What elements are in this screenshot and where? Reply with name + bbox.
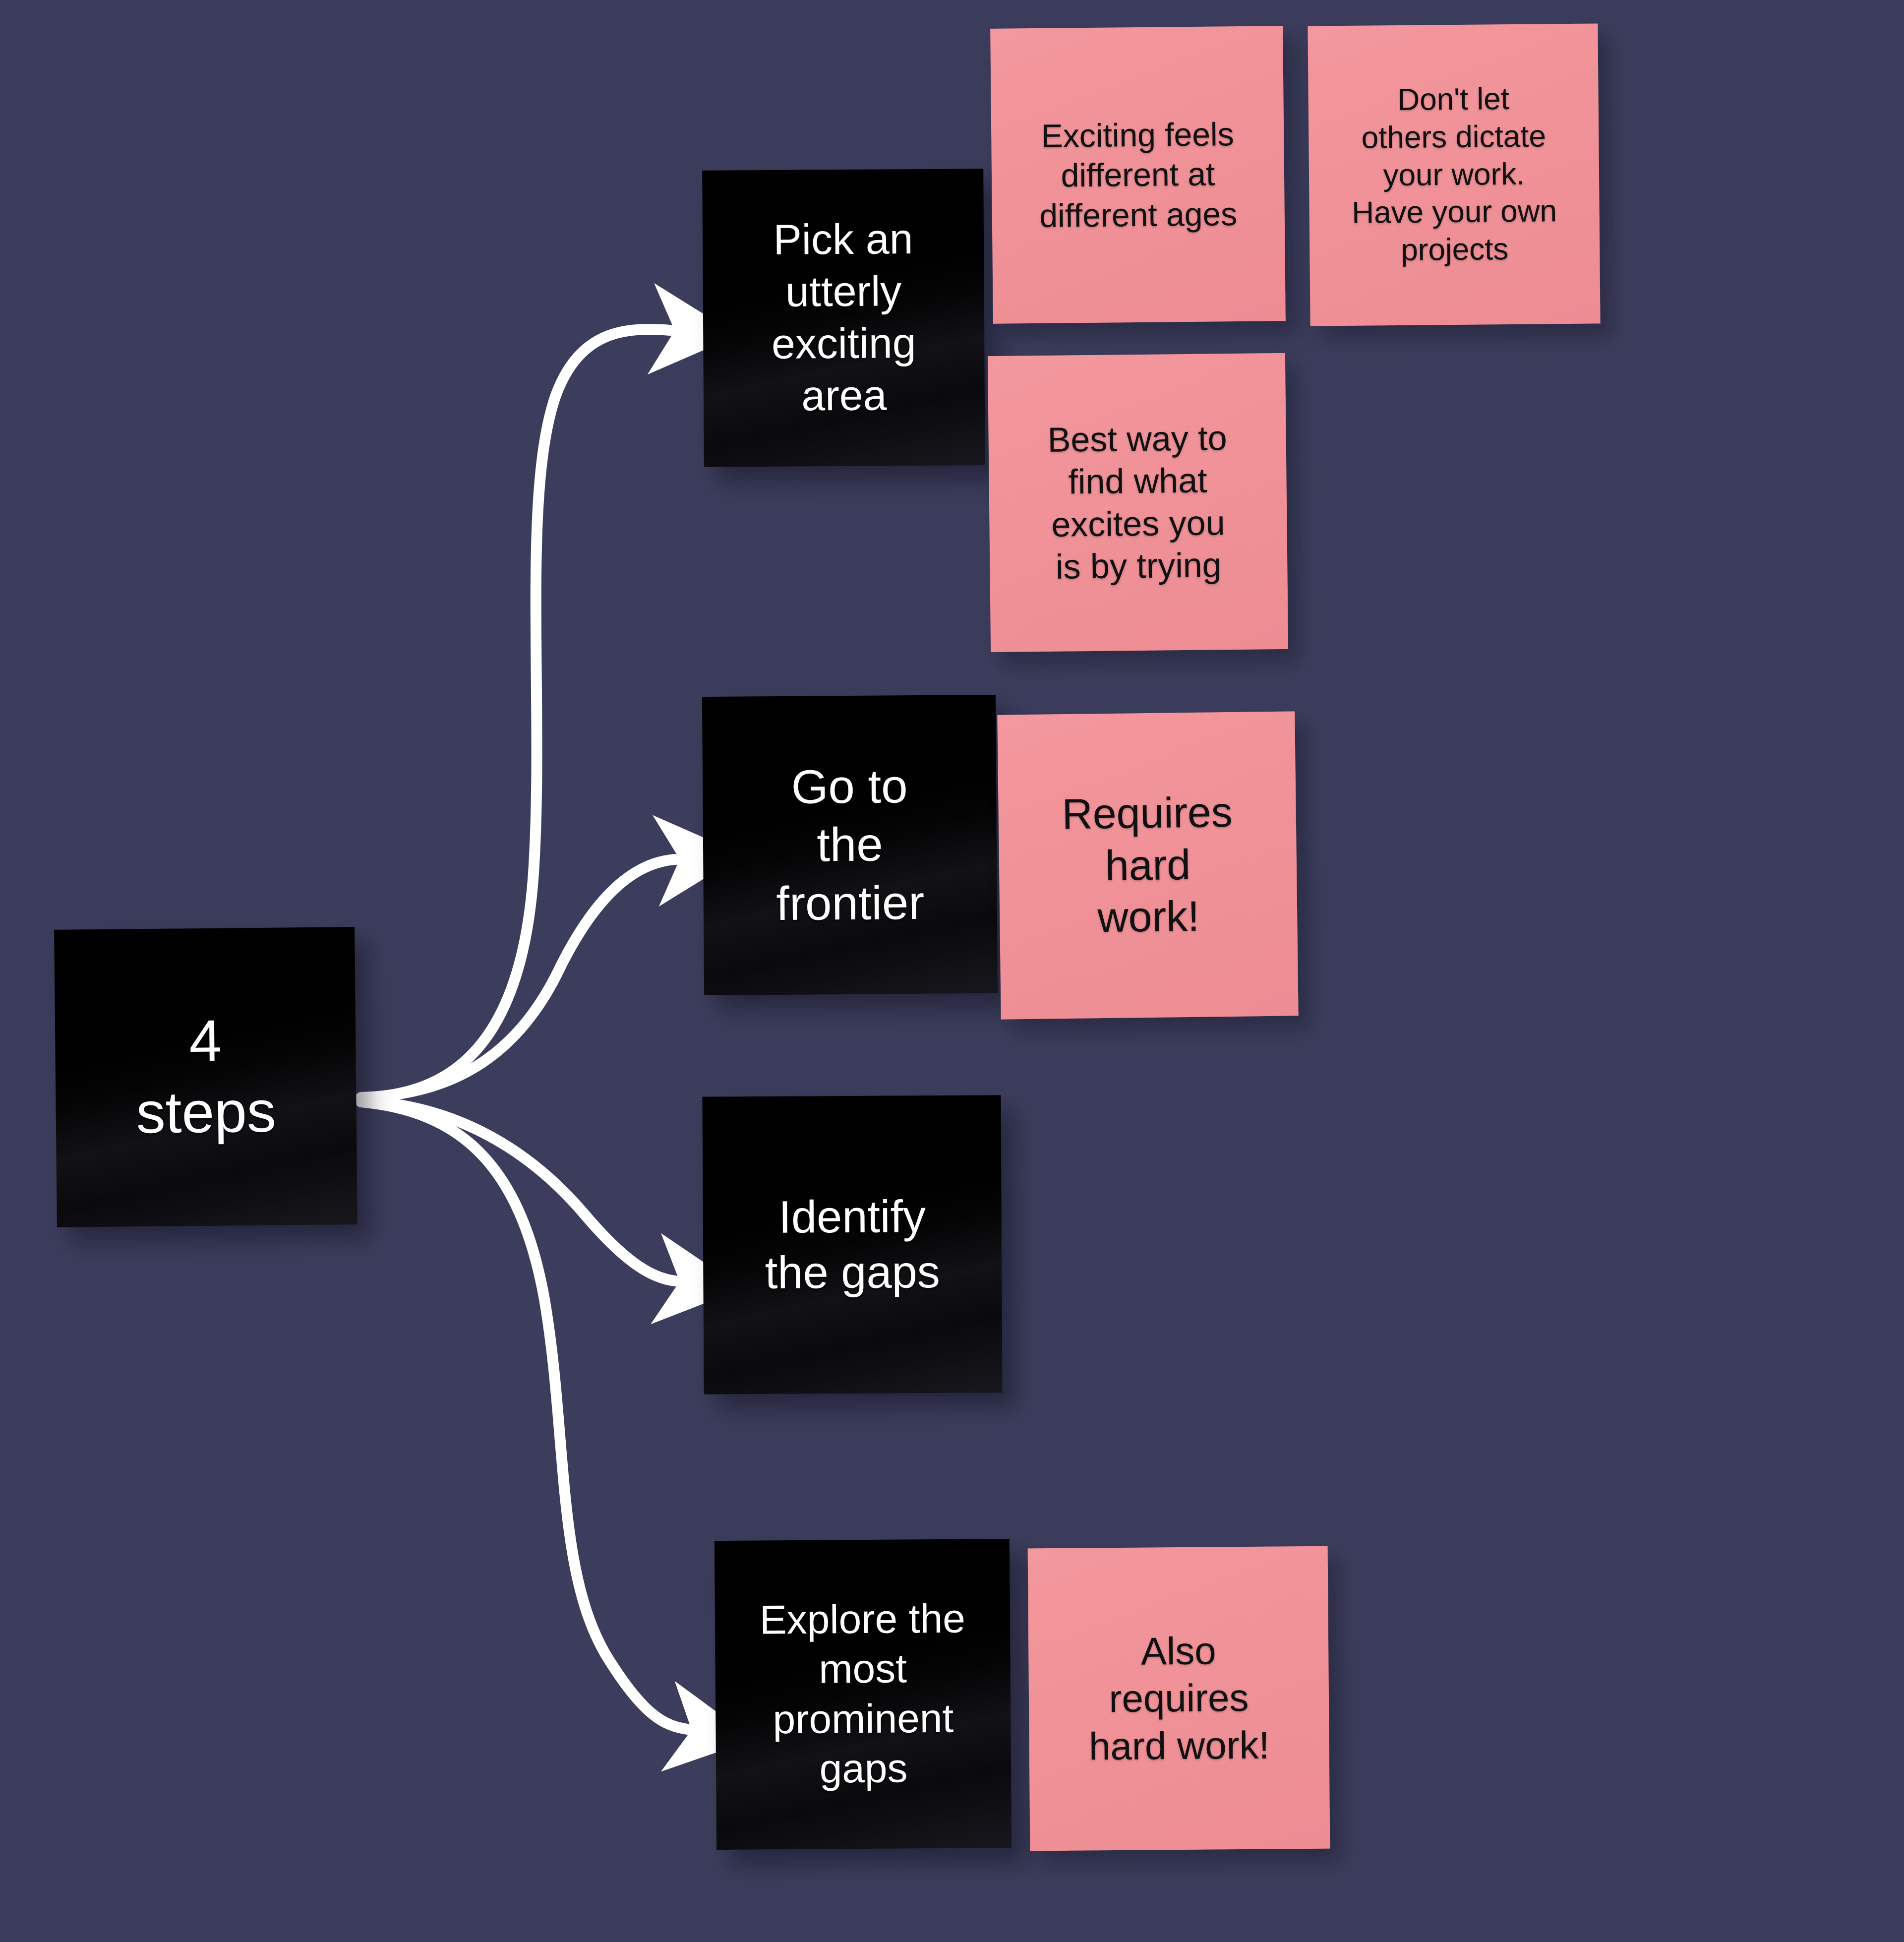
sticky-note-dont-let-others-dictate-your-work[interactable]: Don't let others dictate your work. Have… — [1308, 23, 1601, 326]
step-card-pick-an-utterly-exciting-area[interactable]: Pick an utterly exciting area — [702, 169, 985, 467]
root-card-4-steps[interactable]: 4 steps — [54, 927, 357, 1227]
root-card-label: 4 steps — [136, 1008, 277, 1146]
arrow-to-step-2 — [356, 815, 743, 1103]
arrow-to-step-3 — [356, 1095, 743, 1325]
step-card-go-to-the-frontier[interactable]: Go to the frontier — [702, 694, 998, 996]
sticky-note-also-requires-hard-work[interactable]: Also requires hard work! — [1027, 1546, 1330, 1851]
sticky-note-text: Don't let others dictate your work. Have… — [1352, 82, 1557, 267]
sticky-note-text: Also requires hard work! — [1088, 1629, 1270, 1768]
sticky-note-text: Best way to find what excites you is by … — [1047, 418, 1227, 586]
sticky-note-exciting-feels-different-at-different-ages[interactable]: Exciting feels different at different ag… — [990, 26, 1286, 324]
mindmap-board: 4 steps Pick an utterly exciting area Go… — [0, 0, 1904, 1942]
step-card-label: Explore the most prominent gaps — [759, 1596, 966, 1792]
arrow-to-step-1 — [356, 283, 738, 1103]
step-card-label: Pick an utterly exciting area — [771, 215, 916, 420]
arrow-to-step-4 — [356, 1096, 754, 1772]
sticky-note-best-way-to-find-what-excites-you[interactable]: Best way to find what excites you is by … — [987, 353, 1289, 653]
sticky-note-text: Exciting feels different at different ag… — [1039, 115, 1238, 234]
step-card-identify-the-gaps[interactable]: Identify the gaps — [702, 1095, 1003, 1395]
sticky-note-text: Requires hard work! — [1062, 788, 1233, 942]
step-card-explore-the-most-prominent-gaps[interactable]: Explore the most prominent gaps — [714, 1538, 1012, 1850]
sticky-note-requires-hard-work[interactable]: Requires hard work! — [997, 711, 1299, 1020]
step-card-label: Go to the frontier — [776, 760, 925, 930]
step-card-label: Identify the gaps — [765, 1191, 941, 1298]
